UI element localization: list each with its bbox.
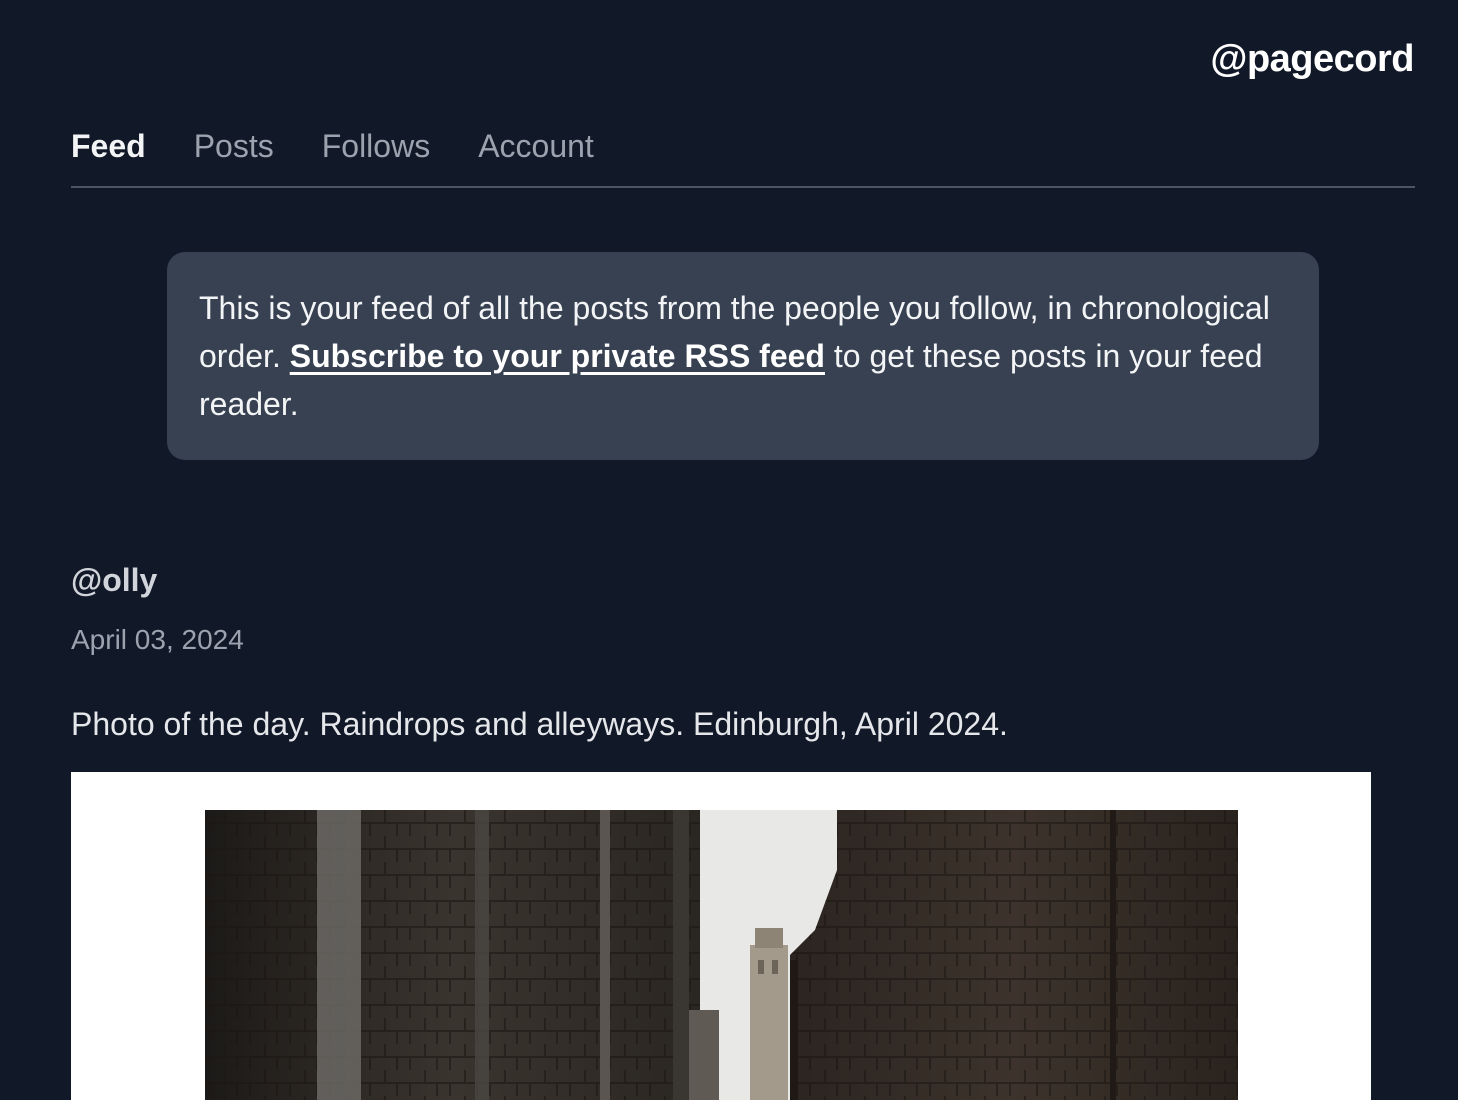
tab-follows[interactable]: Follows bbox=[322, 124, 430, 186]
post-author-link[interactable]: @olly bbox=[71, 562, 157, 599]
post-date: April 03, 2024 bbox=[71, 624, 244, 655]
alleyway-photo-image bbox=[205, 810, 1238, 1100]
tab-account[interactable]: Account bbox=[478, 124, 594, 186]
tab-posts[interactable]: Posts bbox=[194, 124, 274, 186]
post-photo-frame bbox=[71, 772, 1371, 1100]
feed-page: @pagecord Feed Posts Follows Account Thi… bbox=[0, 0, 1458, 1100]
post-body-text: Photo of the day. Raindrops and alleyway… bbox=[71, 706, 1008, 742]
rss-feed-link[interactable]: Subscribe to your private RSS feed bbox=[290, 338, 825, 374]
main-nav: Feed Posts Follows Account bbox=[71, 124, 1415, 188]
feed-info-notice: This is your feed of all the posts from … bbox=[167, 252, 1319, 460]
tab-feed[interactable]: Feed bbox=[71, 124, 146, 186]
brand-link[interactable]: @pagecord bbox=[1210, 38, 1414, 81]
post-photo[interactable] bbox=[205, 810, 1238, 1100]
